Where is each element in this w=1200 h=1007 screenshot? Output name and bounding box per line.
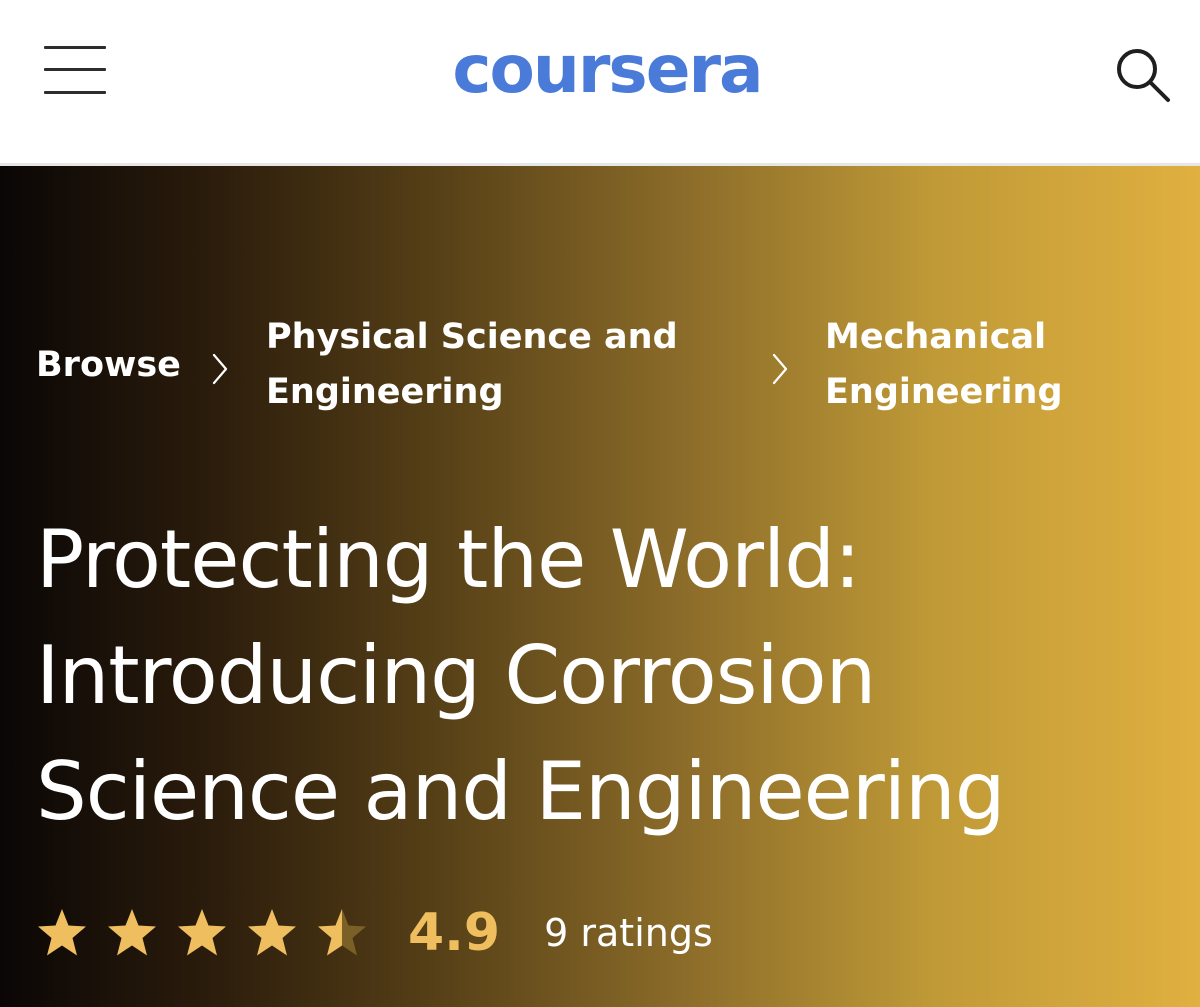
- star-full-icon: [178, 909, 226, 956]
- chevron-right-icon: [772, 353, 788, 385]
- coursera-logo[interactable]: coursera: [447, 30, 767, 110]
- star-half-icon: [318, 909, 366, 956]
- star-rating: [36, 907, 386, 959]
- rating-count[interactable]: 9 ratings: [544, 898, 713, 968]
- star-full-icon: [108, 909, 156, 956]
- course-hero-banner: Browse Physical Science and Engineering …: [0, 166, 1200, 1007]
- menu-line: [44, 46, 106, 49]
- star-full-icon: [38, 909, 86, 956]
- chevron-right-icon: [212, 353, 228, 385]
- star-full-icon: [248, 909, 296, 956]
- course-rating: 4.9 9 ratings: [36, 898, 713, 968]
- breadcrumb-mechanical-engineering-link[interactable]: Mechanical Engineering: [825, 310, 1105, 420]
- menu-line: [44, 68, 106, 71]
- breadcrumb-physical-science-link[interactable]: Physical Science and Engineering: [266, 310, 696, 420]
- breadcrumb-browse-link[interactable]: Browse: [36, 338, 181, 393]
- search-icon[interactable]: [1112, 44, 1172, 104]
- hamburger-menu-icon[interactable]: [44, 46, 106, 96]
- course-title: Protecting the World: Introducing Corros…: [36, 513, 1005, 838]
- top-nav-bar: coursera: [0, 0, 1200, 166]
- rating-value: 4.9: [408, 903, 501, 963]
- menu-line: [44, 91, 106, 94]
